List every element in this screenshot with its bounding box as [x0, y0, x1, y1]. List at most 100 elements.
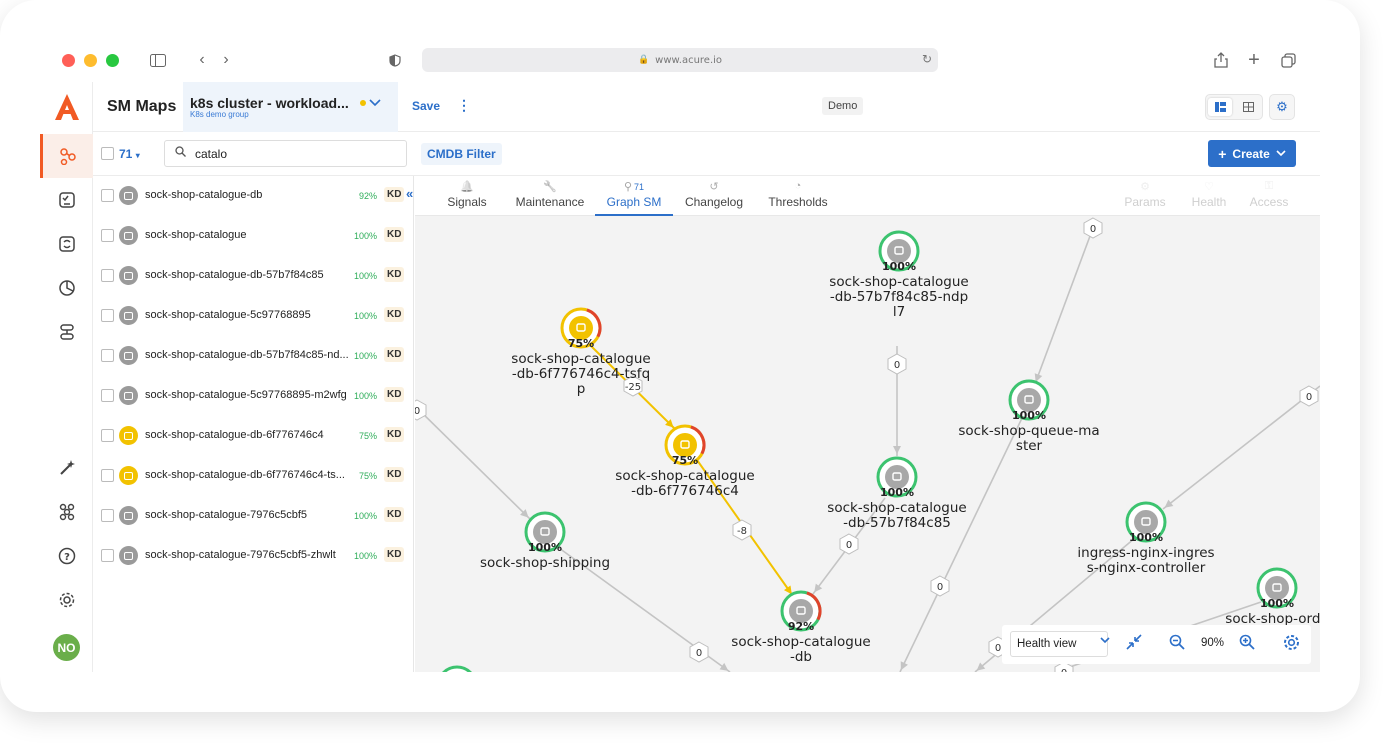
object-name: sock-shop-catalogue-db [145, 189, 263, 201]
node-health-percent: 75% [568, 337, 594, 350]
tab-thresholds[interactable]: ◔ Thresholds [765, 176, 831, 216]
service-map-graph[interactable]: 0000-25-800000100%sock-shop-catalogue-db… [415, 216, 1320, 672]
edge-weight: 0 [937, 582, 943, 593]
tab-maintenance[interactable]: 🔧 Maintenance [510, 176, 590, 216]
graph-node[interactable]: 75%sock-shop-catalogue-db-6f776746c4 [615, 424, 755, 499]
sm-maps-nav-icon[interactable] [40, 134, 93, 178]
tab-graph-sm[interactable]: ⚲ 71 Graph SM [595, 176, 673, 216]
integrations-nav-icon[interactable] [40, 490, 93, 534]
back-icon[interactable]: ‹ [192, 50, 212, 70]
graph-node[interactable]: 100%sock-shop-catalogue-db-57b7f84c85 [827, 456, 967, 531]
automation-nav-icon[interactable] [40, 222, 93, 266]
graph-icon-glyph: ⚲ [623, 181, 633, 193]
search-input[interactable]: catalo [164, 140, 407, 167]
list-item[interactable]: sock-shop-catalogue-db-57b7f84c85-nd... 1… [93, 336, 414, 376]
more-options-icon[interactable]: ⋮ [457, 97, 471, 114]
forward-icon[interactable]: › [216, 50, 236, 70]
magic-wand-nav-icon[interactable] [40, 446, 93, 490]
acure-logo[interactable] [40, 82, 93, 132]
checklist-nav-icon[interactable] [40, 178, 93, 222]
user-avatar[interactable]: NO [53, 634, 80, 661]
tab-params[interactable]: ⚙ Params [1119, 176, 1171, 216]
collapse-panel-icon[interactable]: « [406, 186, 413, 201]
shield-icon[interactable] [385, 50, 405, 70]
node-health-percent: 92% [788, 620, 814, 633]
row-checkbox[interactable] [101, 349, 114, 362]
address-bar[interactable]: 🔒 www.acure.io ↻ [422, 48, 938, 72]
list-item[interactable]: sock-shop-catalogue-7976c5cbf5 100% KD [93, 496, 414, 536]
graph-node[interactable]: 100%sock-shop-catalogue-db-57b7f84c85-nd… [829, 230, 969, 320]
new-tab-icon[interactable]: + [1244, 49, 1264, 71]
chevron-down-icon[interactable] [369, 96, 381, 110]
graph-node[interactable]: 100%sock-shop-orde [1225, 567, 1320, 627]
list-item[interactable]: sock-shop-catalogue-7976c5cbf5-zhwlt 100%… [93, 536, 414, 576]
edge-line [415, 405, 531, 520]
create-button[interactable]: + Create [1208, 140, 1296, 167]
row-checkbox[interactable] [101, 469, 114, 482]
row-checkbox[interactable] [101, 549, 114, 562]
map-name: k8s cluster - workload... [190, 95, 349, 111]
row-checkbox[interactable] [101, 309, 114, 322]
share-icon[interactable] [1211, 50, 1231, 70]
wrench-icon: 🔧 [510, 180, 590, 194]
detail-tabs: 🔔 Signals 🔧 Maintenance ⚲ 71 Graph SM ↺ Changelo… [415, 176, 1320, 216]
split-view-icon[interactable] [1208, 98, 1232, 116]
table-view-icon[interactable] [1236, 98, 1260, 116]
list-item[interactable]: sock-shop-catalogue-db-6f776746c4-ts... 7… [93, 456, 414, 496]
row-checkbox[interactable] [101, 389, 114, 402]
save-button[interactable]: Save [412, 99, 440, 113]
object-type-icon [119, 306, 138, 325]
graph-node[interactable]: 100%ingress-nginx-ingress-nginx-controll… [1077, 501, 1215, 576]
row-checkbox[interactable] [101, 189, 114, 202]
list-item[interactable]: sock-shop-catalogue-5c97768895-m2wfg 100%… [93, 376, 414, 416]
minimize-window-button[interactable] [84, 54, 97, 67]
tab-signals[interactable]: 🔔 Signals [445, 176, 489, 216]
window-frame: ‹ › 🔒 www.acure.io ↻ + ? NO SM Maps k8s … [0, 0, 1360, 712]
edge-weight: 0 [894, 360, 900, 371]
object-type-icon [119, 546, 138, 565]
reload-icon[interactable]: ↻ [922, 52, 932, 66]
select-all-checkbox[interactable] [101, 147, 114, 160]
maximize-window-button[interactable] [106, 54, 119, 67]
row-checkbox[interactable] [101, 269, 114, 282]
map-selector[interactable]: k8s cluster - workload... K8s demo group [183, 82, 398, 132]
list-item[interactable]: sock-shop-catalogue-db-57b7f84c85 100% KD [93, 256, 414, 296]
node-health-ring [442, 665, 472, 672]
view-mode-select[interactable]: Health view [1010, 631, 1110, 657]
list-item[interactable]: sock-shop-catalogue-db 92% KD [93, 176, 414, 216]
search-icon [175, 146, 186, 160]
tab-changelog[interactable]: ↺ Changelog [683, 176, 745, 216]
service-map-canvas[interactable]: 0000-25-800000100%sock-shop-catalogue-db… [415, 216, 1320, 672]
graph-edge: 0 [1034, 217, 1103, 385]
params-icon: ⚙ [1119, 180, 1171, 194]
row-checkbox[interactable] [101, 509, 114, 522]
pipeline-nav-icon[interactable] [40, 310, 93, 354]
graph-node[interactable]: 92%sock-shop-catalogue-db [731, 590, 871, 665]
tab-access[interactable]: ⚿ Access [1247, 176, 1291, 216]
object-count-dropdown[interactable]: 71 ▾ [119, 147, 140, 161]
close-window-button[interactable] [62, 54, 75, 67]
type-badge: KD [384, 227, 405, 242]
graph-node[interactable]: 100%sock-shop-shipping [480, 511, 610, 571]
tab-health[interactable]: ♡ Health [1189, 176, 1229, 216]
row-checkbox[interactable] [101, 429, 114, 442]
node-label: sock-shop-catalogue [829, 274, 968, 290]
list-item[interactable]: sock-shop-catalogue 100% KD [93, 216, 414, 256]
help-nav-icon[interactable]: ? [40, 534, 93, 578]
list-item[interactable]: sock-shop-catalogue-db-6f776746c4 75% KD [93, 416, 414, 456]
graph-node[interactable]: 100%sock-shop-queue-master [958, 379, 1100, 454]
dashboard-nav-icon[interactable] [40, 266, 93, 310]
tabs-overview-icon[interactable] [1278, 50, 1298, 70]
graph-node-partial[interactable] [438, 665, 476, 672]
settings-nav-icon[interactable] [40, 578, 93, 622]
sidebar-toggle-icon[interactable] [148, 50, 168, 70]
map-settings-icon[interactable]: ⚙ [1269, 94, 1295, 120]
edge-arrow [1164, 499, 1174, 508]
row-checkbox[interactable] [101, 229, 114, 242]
object-type-icon [119, 466, 138, 485]
edge-arrow [783, 585, 792, 595]
cmdb-filter-button[interactable]: CMDB Filter [421, 143, 502, 165]
list-item[interactable]: sock-shop-catalogue-5c97768895 100% KD [93, 296, 414, 336]
edge-weight: 0 [1061, 668, 1067, 672]
edge-line [1034, 227, 1094, 385]
